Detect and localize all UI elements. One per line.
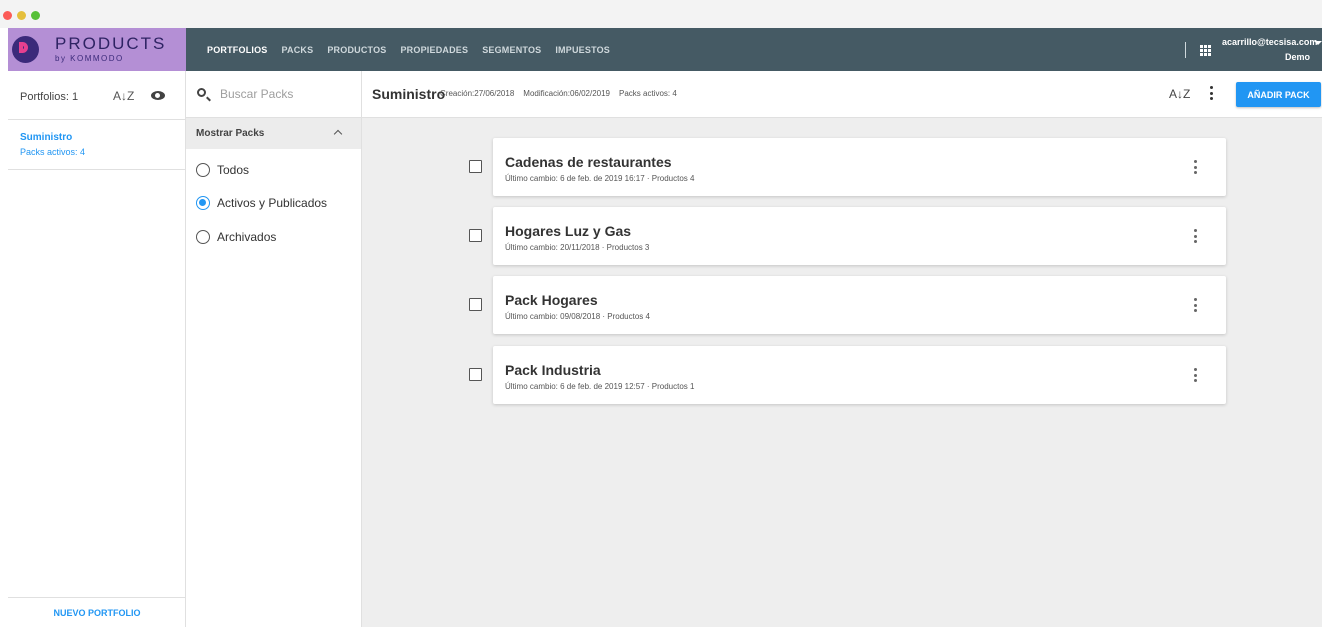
- portfolio-detail-header: Suministro Creación:27/06/2018 Modificac…: [362, 71, 1322, 118]
- filter-option-label: Activos y Publicados: [217, 196, 328, 210]
- pack-name: Pack Industria: [505, 362, 601, 378]
- pack-name: Cadenas de restaurantes: [505, 154, 672, 170]
- pack-card[interactable]: Pack Hogares Último cambio: 09/08/2018 ·…: [493, 276, 1226, 334]
- filter-option-label: Todos: [217, 163, 250, 177]
- portfolios-count: Portfolios: 1: [20, 91, 79, 103]
- pack-meta: Último cambio: 6 de feb. de 2019 12:57 ·…: [505, 382, 695, 391]
- new-portfolio-button[interactable]: NUEVO PORTFOLIO: [8, 597, 186, 627]
- pack-meta: Último cambio: 6 de feb. de 2019 16:17 ·…: [505, 174, 695, 183]
- filter-option-archivados[interactable]: Archivados: [196, 229, 276, 245]
- user-menu-caret-icon[interactable]: [1314, 41, 1322, 45]
- user-organization: Demo: [1284, 52, 1310, 62]
- show-packs-label: Mostrar Packs: [196, 128, 265, 139]
- filter-option-todos[interactable]: Todos: [196, 162, 249, 178]
- filter-option-label: Archivados: [217, 230, 277, 244]
- visibility-eye-icon[interactable]: [151, 91, 165, 100]
- show-packs-section-header[interactable]: Mostrar Packs: [186, 118, 361, 149]
- pack-meta: Último cambio: 20/11/2018 · Productos 3: [505, 243, 650, 252]
- active-packs-count: Packs activos: 4: [619, 89, 677, 98]
- creation-date: Creación:27/06/2018: [440, 89, 515, 98]
- more-options-icon[interactable]: [1194, 229, 1197, 243]
- portfolio-active-packs: Packs activos: 4: [20, 147, 86, 157]
- sort-alphabetical-icon[interactable]: A↓Z: [1169, 87, 1190, 101]
- list-item: Pack Industria Último cambio: 6 de feb. …: [469, 346, 1226, 404]
- portfolio-metadata: Creación:27/06/2018 Modificación:06/02/2…: [440, 89, 677, 98]
- pack-name: Pack Hogares: [505, 292, 598, 308]
- pack-checkbox[interactable]: [469, 298, 482, 311]
- portfolios-sidebar: Portfolios: 1 A↓Z Suministro Packs activ…: [8, 71, 186, 627]
- new-portfolio-label: NUEVO PORTFOLIO: [53, 608, 141, 618]
- radio-button[interactable]: [196, 230, 210, 244]
- nav-item-segmentos[interactable]: SEGMENTOS: [482, 45, 541, 55]
- maximize-window-icon[interactable]: [31, 11, 40, 20]
- pack-card[interactable]: Cadenas de restaurantes Último cambio: 6…: [493, 138, 1226, 196]
- page-title: Suministro: [372, 86, 446, 102]
- portfolio-name: Suministro: [20, 132, 73, 143]
- search-bar: [186, 71, 361, 118]
- modification-date: Modificación:06/02/2019: [523, 89, 611, 98]
- nav-item-portfolios[interactable]: PORTFOLIOS: [207, 45, 268, 55]
- main-nav: PORTFOLIOS PACKS PRODUCTOS PROPIEDADES S…: [207, 28, 610, 71]
- radio-button[interactable]: [196, 163, 210, 177]
- add-pack-button[interactable]: AÑADIR PACK: [1236, 82, 1321, 107]
- chevron-up-icon[interactable]: [333, 129, 343, 139]
- sort-alphabetical-icon[interactable]: A↓Z: [113, 89, 134, 103]
- minimize-window-icon[interactable]: [17, 11, 26, 20]
- portfolio-item-suministro[interactable]: Suministro Packs activos: 4: [8, 120, 185, 170]
- nav-item-productos[interactable]: PRODUCTOS: [327, 45, 386, 55]
- pack-checkbox[interactable]: [469, 160, 482, 173]
- more-options-icon[interactable]: [1194, 298, 1197, 312]
- list-item: Cadenas de restaurantes Último cambio: 6…: [469, 138, 1226, 196]
- nav-divider: [1185, 42, 1186, 58]
- packs-list: Cadenas de restaurantes Último cambio: 6…: [362, 118, 1322, 627]
- more-options-icon[interactable]: [1194, 160, 1197, 174]
- products-logo-icon: [12, 36, 39, 63]
- list-item: Pack Hogares Último cambio: 09/08/2018 ·…: [469, 276, 1226, 334]
- brand-subtitle: by KOMMODO: [55, 54, 124, 63]
- packs-filter-panel: Mostrar Packs Todos Activos y Publicados…: [186, 71, 362, 627]
- search-icon: [197, 88, 206, 97]
- more-options-icon[interactable]: [1194, 368, 1197, 382]
- pack-checkbox[interactable]: [469, 229, 482, 242]
- nav-item-propiedades[interactable]: PROPIEDADES: [400, 45, 468, 55]
- nav-item-packs[interactable]: PACKS: [282, 45, 314, 55]
- brand-name: PRODUCTS: [55, 34, 167, 53]
- filter-option-activos-publicados[interactable]: Activos y Publicados: [196, 195, 327, 211]
- pack-meta: Último cambio: 09/08/2018 · Productos 4: [505, 312, 650, 321]
- list-item: Hogares Luz y Gas Último cambio: 20/11/2…: [469, 207, 1226, 265]
- user-email[interactable]: acarrillo@tecsisa.com: [1222, 37, 1317, 47]
- radio-button-selected[interactable]: [196, 196, 210, 210]
- close-window-icon[interactable]: [3, 11, 12, 20]
- brand-logo-area[interactable]: PRODUCTS by KOMMODO: [8, 28, 186, 71]
- pack-name: Hogares Luz y Gas: [505, 223, 632, 239]
- search-packs-input[interactable]: [220, 85, 350, 103]
- top-navigation-bar: PORTFOLIOS PACKS PRODUCTOS PROPIEDADES S…: [186, 28, 1322, 71]
- pack-card[interactable]: Hogares Luz y Gas Último cambio: 20/11/2…: [493, 207, 1226, 265]
- portfolios-header: Portfolios: 1 A↓Z: [8, 71, 185, 120]
- more-options-icon[interactable]: [1210, 86, 1213, 100]
- window-titlebar: [0, 0, 1322, 28]
- pack-checkbox[interactable]: [469, 368, 482, 381]
- nav-item-impuestos[interactable]: IMPUESTOS: [555, 45, 610, 55]
- apps-grid-icon[interactable]: [1200, 45, 1211, 56]
- pack-card[interactable]: Pack Industria Último cambio: 6 de feb. …: [493, 346, 1226, 404]
